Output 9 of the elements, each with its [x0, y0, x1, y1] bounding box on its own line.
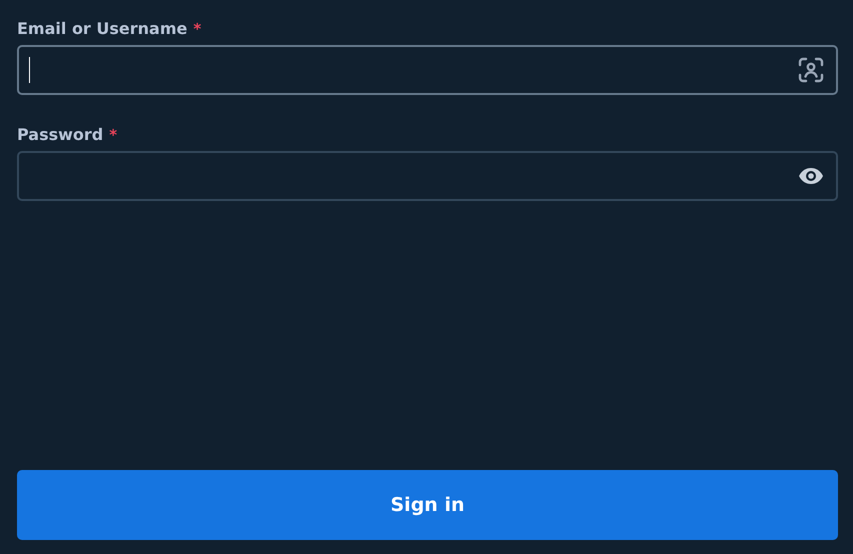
username-field[interactable] [17, 45, 838, 95]
face-scan-icon[interactable] [798, 57, 824, 83]
field-label: Email or Username [17, 19, 188, 38]
password-field[interactable] [17, 151, 838, 201]
required-asterisk: * [109, 126, 118, 144]
sign-in-button[interactable]: Sign in [17, 470, 838, 540]
field-label: Password [17, 125, 104, 144]
eye-icon[interactable] [798, 167, 824, 185]
required-asterisk: * [193, 20, 202, 38]
